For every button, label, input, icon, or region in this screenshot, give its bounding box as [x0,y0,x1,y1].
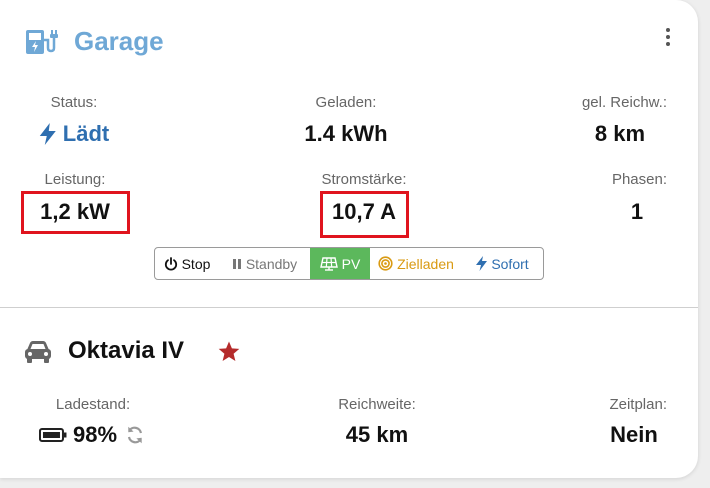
pause-icon [232,258,241,269]
refresh-icon[interactable] [125,425,145,445]
section-divider [0,307,698,308]
more-vertical-icon[interactable] [664,28,672,50]
mode-selector: Stop Standby PV Zielladen Sofort [154,247,544,280]
bolt-icon [476,256,488,271]
mode-standby-button[interactable]: Standby [219,248,310,279]
battery-icon [38,428,67,442]
mode-pv-button[interactable]: PV [310,248,370,279]
current-label: Stromstärke: [321,171,407,188]
plan-label: Zeitplan: [609,396,667,413]
bolt-icon [39,123,56,145]
car-icon [25,341,51,363]
status-label: Status: [50,94,98,111]
status-value: Lädt [39,121,109,147]
star-icon [218,341,240,361]
vehicle-name[interactable]: Oktavia IV [68,337,184,365]
mode-sofort-label: Sofort [491,255,529,272]
ev-charger-icon [26,30,58,54]
plan-value: Nein [610,422,658,447]
soc-text: 98% [72,422,118,447]
status-text: Lädt [62,121,110,146]
power-highlight-box [21,191,130,234]
vehicle-range-value: 45 km [345,422,409,447]
phases-label: Phasen: [611,171,667,188]
vehicle-range-label: Reichweite: [338,396,416,413]
range-added-label: gel. Reichw.: [581,94,667,111]
mode-zielladen-button[interactable]: Zielladen [370,248,462,279]
loadpoint-title: Garage [74,26,164,56]
mode-stop-button[interactable]: Stop [155,248,219,279]
charged-value: 1.4 kWh [304,121,388,146]
range-added-value: 8 km [594,121,646,146]
soc-label: Ladestand: [55,396,131,413]
loadpoint-card: Garage Status: Geladen: gel. Reichw.: Lä… [0,0,698,478]
mode-stop-label: Stop [181,255,211,272]
power-label: Leistung: [44,171,106,188]
mode-pv-label: PV [341,255,361,272]
solar-panel-icon [319,256,338,271]
mode-standby-label: Standby [245,255,298,272]
mode-sofort-button[interactable]: Sofort [462,248,543,279]
power-icon [164,256,177,271]
charged-label: Geladen: [315,94,377,111]
current-highlight-box [320,191,409,238]
soc-value: 98% [38,422,145,448]
phases-value: 1 [630,199,644,224]
target-icon [378,256,393,271]
mode-zielladen-label: Zielladen [397,255,454,272]
